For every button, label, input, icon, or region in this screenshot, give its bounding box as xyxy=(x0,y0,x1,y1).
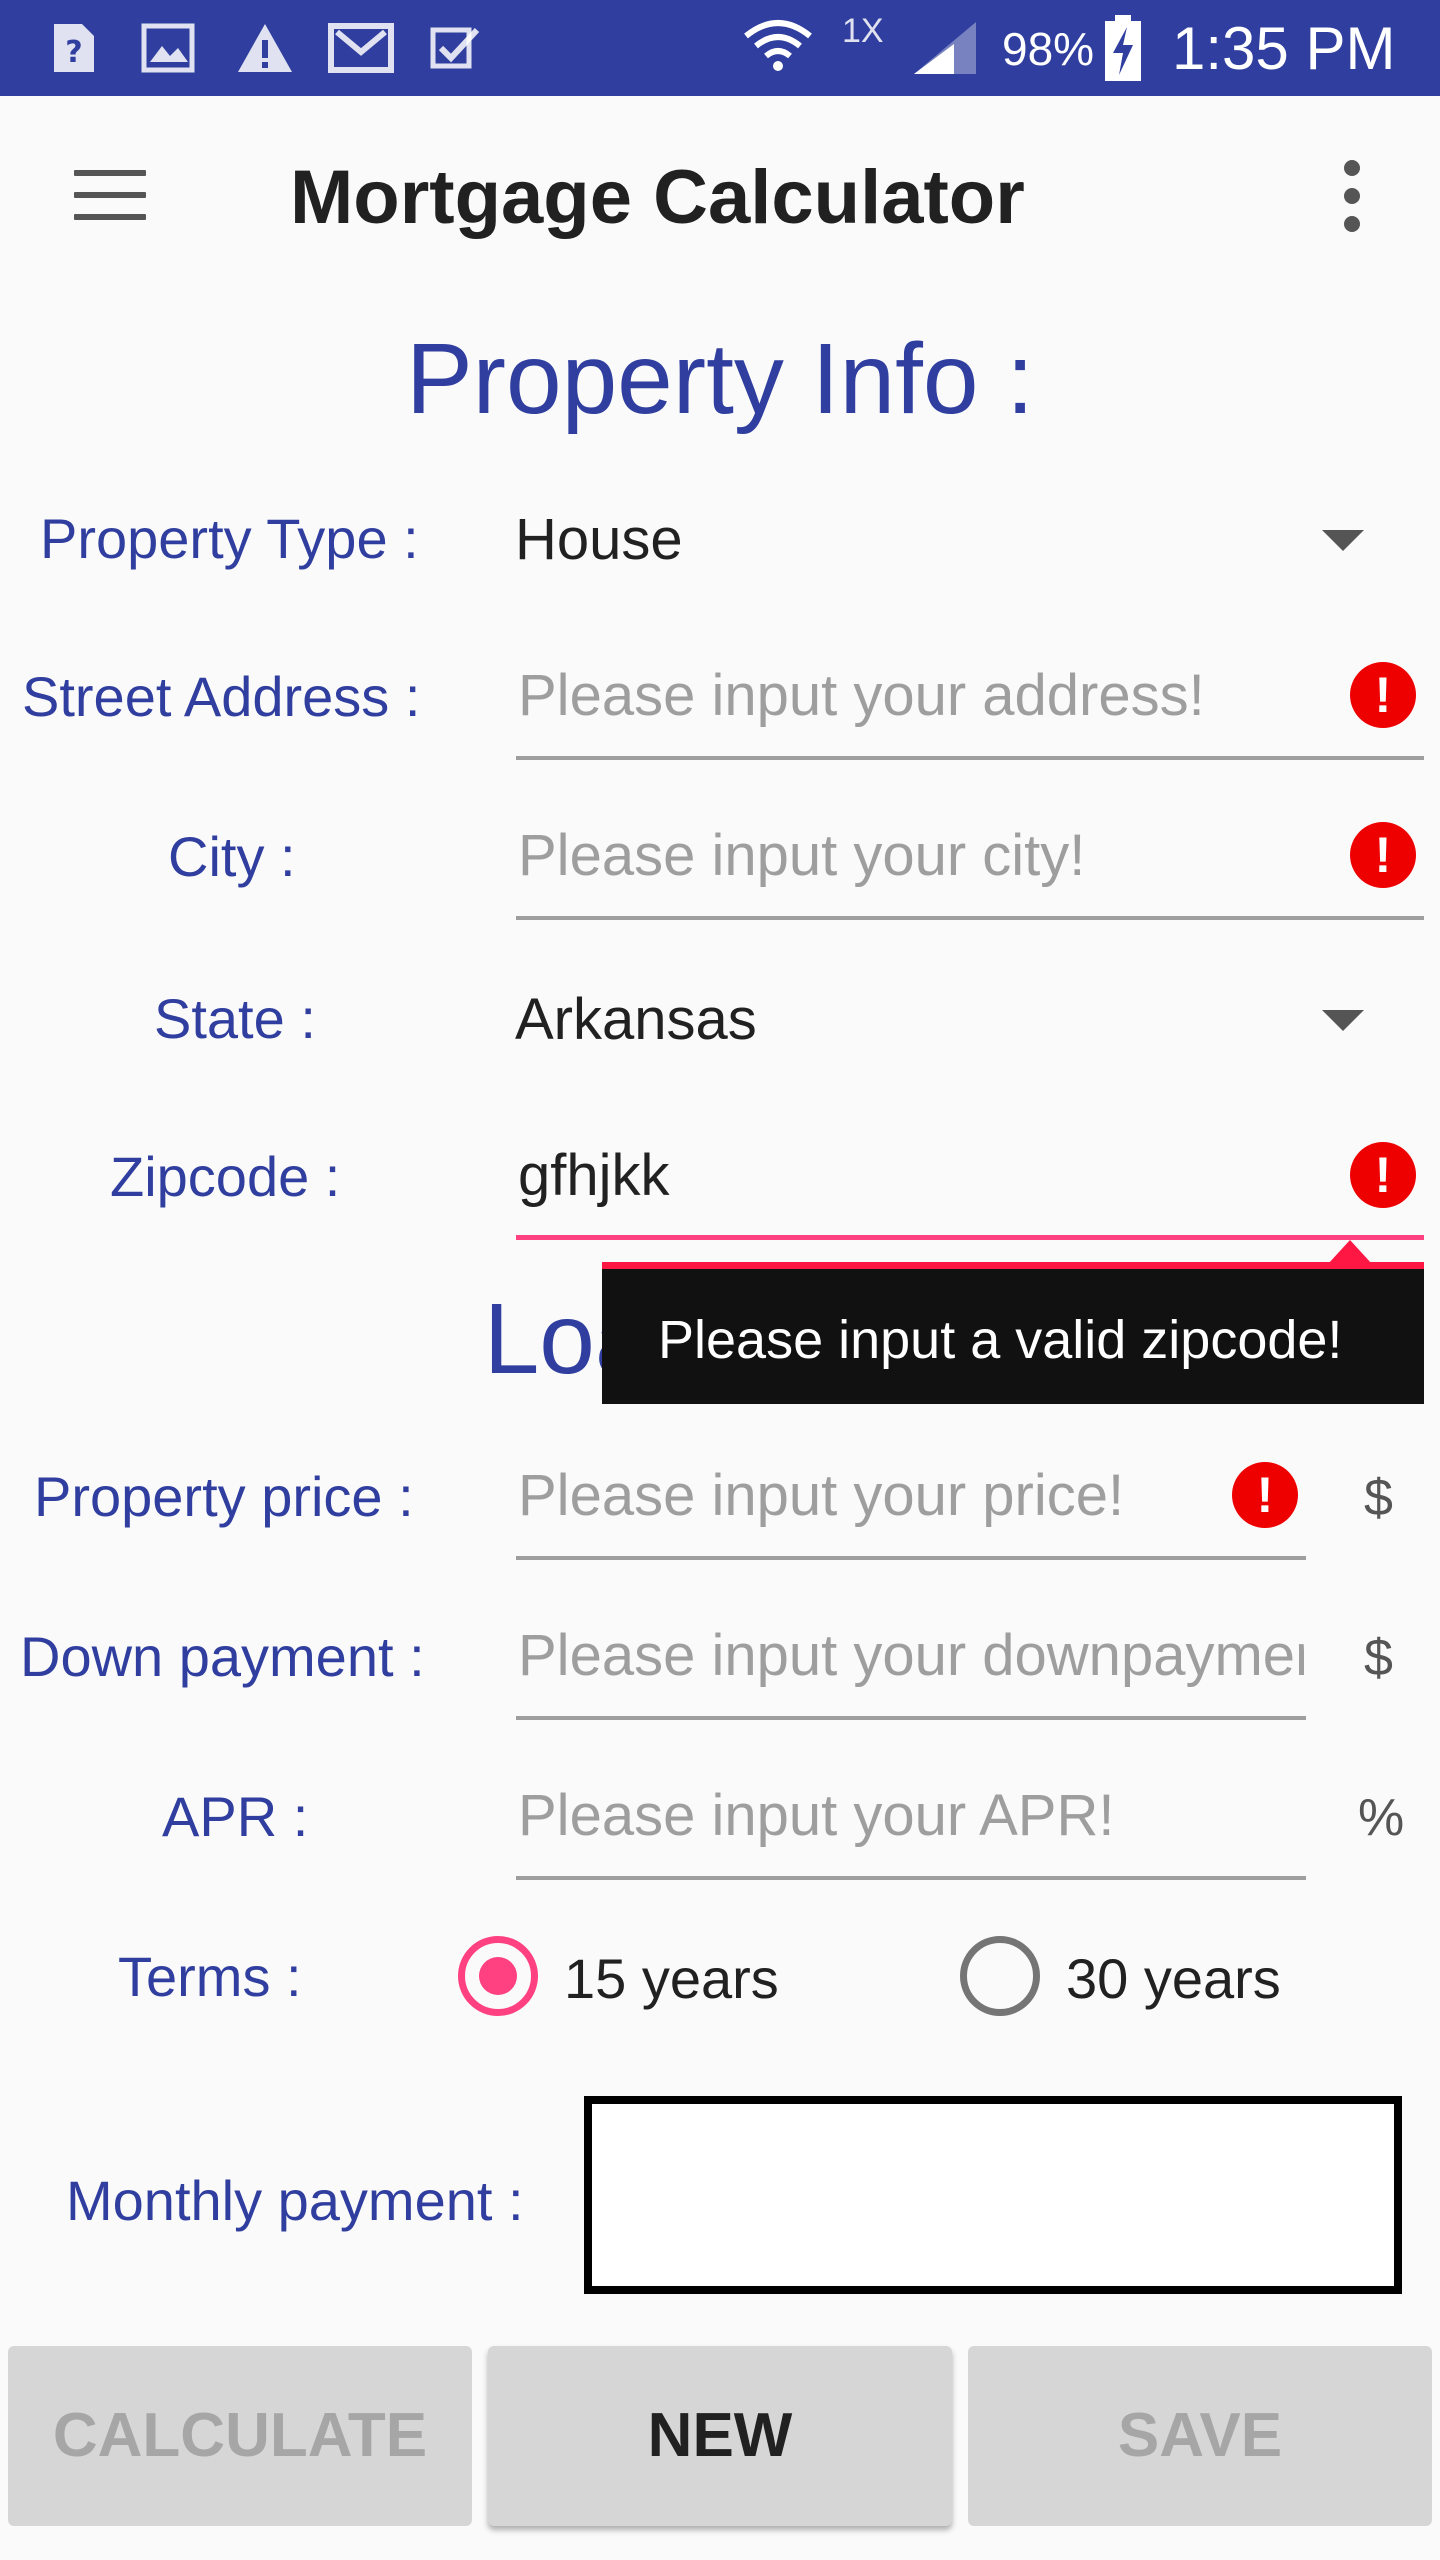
monthly-payment-label: Monthly payment : xyxy=(66,2169,524,2232)
overflow-menu-icon[interactable] xyxy=(1330,156,1370,236)
city-underline xyxy=(516,916,1424,920)
status-bar: ? 1X 98% 1:35 PM xyxy=(0,0,1440,96)
state-value: Arkansas xyxy=(515,987,757,1052)
term-15-label: 15 years xyxy=(564,1947,779,2010)
app-title: Mortgage Calculator xyxy=(290,155,1025,240)
image-notification-icon xyxy=(138,18,198,78)
city-error-icon[interactable]: ! xyxy=(1350,822,1416,888)
save-button[interactable]: SAVE xyxy=(968,2346,1432,2526)
street-address-input[interactable] xyxy=(516,650,1424,740)
apr-field[interactable] xyxy=(516,1770,1306,1880)
term-option-30-years[interactable]: 30 years xyxy=(958,1936,1338,2026)
property-price-underline xyxy=(516,1556,1306,1560)
app-bar: Mortgage Calculator xyxy=(0,96,1440,296)
property-type-label: Property Type : xyxy=(40,507,419,570)
apr-label: APR : xyxy=(162,1785,309,1848)
cell-signal-icon xyxy=(908,18,982,78)
battery-charging-icon xyxy=(1100,15,1146,81)
street-address-label: Street Address : xyxy=(22,665,421,728)
price-error-icon[interactable]: ! xyxy=(1232,1462,1298,1528)
clock-time: 1:35 PM xyxy=(1172,15,1396,82)
new-button[interactable]: NEW xyxy=(488,2346,952,2526)
state-label: State : xyxy=(154,987,316,1050)
svg-text:?: ? xyxy=(65,35,82,70)
down-payment-field[interactable] xyxy=(516,1610,1306,1720)
street-address-underline xyxy=(516,756,1424,760)
property-type-spinner[interactable]: House xyxy=(500,480,1400,600)
zipcode-error-icon[interactable]: ! xyxy=(1350,1142,1416,1208)
property-info-title: Property Info : xyxy=(405,323,1035,435)
zipcode-error-tooltip: Please input a valid zipcode! xyxy=(602,1262,1424,1404)
radio-15-years[interactable] xyxy=(458,1936,538,2016)
error-tooltip-arrow xyxy=(1328,1240,1372,1264)
network-type-label: 1X xyxy=(842,12,884,50)
state-spinner[interactable]: Arkansas xyxy=(500,960,1400,1080)
city-label: City : xyxy=(168,825,296,888)
calculate-button[interactable]: CALCULATE xyxy=(8,2346,472,2526)
price-unit: $ xyxy=(1364,1469,1393,1527)
apr-unit: % xyxy=(1358,1789,1405,1847)
term-30-label: 30 years xyxy=(1066,1947,1281,2010)
down-payment-underline xyxy=(516,1716,1306,1720)
zipcode-input[interactable] xyxy=(516,1130,1424,1220)
city-field[interactable] xyxy=(516,810,1424,920)
apr-input[interactable] xyxy=(516,1770,1306,1860)
warning-notification-icon xyxy=(232,18,298,78)
zipcode-label: Zipcode : xyxy=(110,1145,341,1208)
property-price-label: Property price : xyxy=(34,1465,414,1528)
street-address-field[interactable] xyxy=(516,650,1424,760)
term-option-15-years[interactable]: 15 years xyxy=(456,1936,836,2026)
street-error-icon[interactable]: ! xyxy=(1350,662,1416,728)
zipcode-underline xyxy=(516,1235,1424,1240)
dropdown-arrow-icon xyxy=(1322,530,1364,551)
down-payment-input[interactable] xyxy=(516,1610,1306,1700)
battery-percent: 98% xyxy=(1002,23,1095,75)
property-price-input[interactable] xyxy=(516,1450,1306,1540)
apr-underline xyxy=(516,1876,1306,1880)
property-type-value: House xyxy=(515,507,683,572)
down-payment-unit: $ xyxy=(1364,1629,1393,1687)
terms-label: Terms : xyxy=(118,1945,302,2008)
zipcode-field[interactable] xyxy=(516,1130,1424,1240)
radio-30-years[interactable] xyxy=(960,1936,1040,2016)
mail-notification-icon xyxy=(326,18,396,78)
property-price-field[interactable] xyxy=(516,1450,1306,1560)
wifi-icon xyxy=(740,18,816,78)
monthly-payment-output xyxy=(584,2096,1402,2294)
dropdown-arrow-icon xyxy=(1322,1010,1364,1031)
down-payment-label: Down payment : xyxy=(20,1625,425,1688)
help-notification-icon: ? xyxy=(46,18,102,78)
city-input[interactable] xyxy=(516,810,1424,900)
task-notification-icon xyxy=(428,18,484,78)
hamburger-menu-icon[interactable] xyxy=(70,166,150,226)
